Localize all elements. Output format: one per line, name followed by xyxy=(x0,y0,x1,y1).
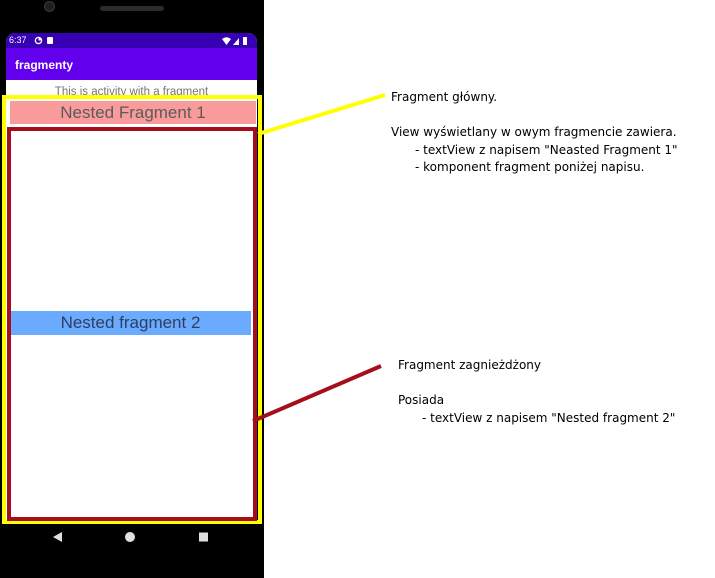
main-fragment-description: View wyświetlany w owym fragmencie zawie… xyxy=(391,125,677,139)
connector-lines xyxy=(252,93,386,423)
nested-fragment-connector xyxy=(252,364,382,423)
nested-fragment-item: - textView z napisem "Nested fragment 2" xyxy=(422,410,676,425)
nested-fragment-annotation: Fragment zagnieżdżony Posiada - textView … xyxy=(398,357,675,427)
main-fragment-annotation: Fragment główny. View wyświetlany w owym… xyxy=(391,89,678,177)
main-fragment-connector xyxy=(257,93,386,136)
nested-fragment-title: Fragment zagnieżdżony xyxy=(398,358,541,372)
main-fragment-item: - textView z napisem "Neasted Fragment 1… xyxy=(415,142,678,157)
main-fragment-item: - komponent fragment poniżej napisu. xyxy=(415,160,645,174)
nested-fragment-description: Posiada xyxy=(398,393,445,407)
main-fragment-title: Fragment główny. xyxy=(391,90,498,104)
